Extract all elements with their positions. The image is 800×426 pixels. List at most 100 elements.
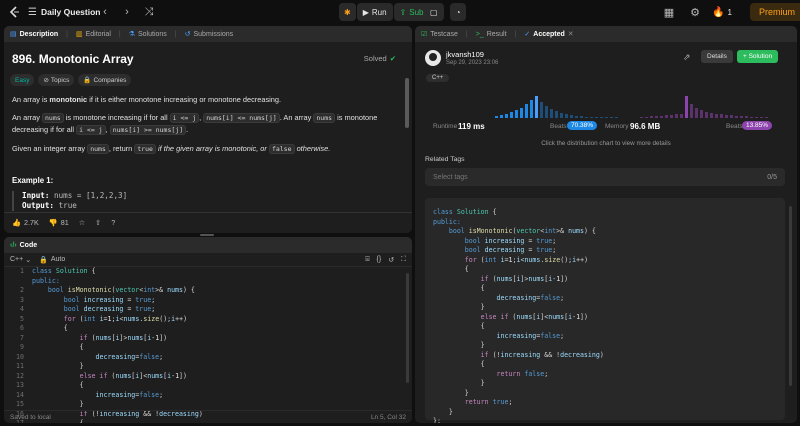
memory-histogram-bar: [760, 117, 763, 118]
notes-icon[interactable]: ▢: [424, 3, 444, 21]
code-line: return false;: [496, 369, 549, 378]
code-line: 6 {: [20, 324, 68, 332]
select-tags-input[interactable]: Select tags 0/5: [425, 168, 785, 186]
share-link-icon[interactable]: ⇗: [683, 52, 691, 63]
help-icon[interactable]: ?: [111, 218, 115, 227]
tab-code[interactable]: ‹/› Code: [10, 242, 37, 249]
timer-icon[interactable]: ◔: [449, 3, 467, 21]
runtime-histogram-bar: [530, 100, 533, 118]
runtime-histogram-bar: [545, 106, 548, 118]
cursor-position: Ln 5, Col 32: [370, 413, 406, 421]
code-line: }: [480, 379, 485, 387]
memory-label: Memory: [605, 123, 629, 130]
code-brackets-icon: ‹/›: [10, 241, 17, 249]
tab-divider: |: [66, 30, 68, 38]
layout-grid-icon[interactable]: ▦: [660, 3, 678, 21]
settings-gear-icon[interactable]: ⚙: [686, 3, 704, 21]
problem-list-title[interactable]: Daily Question: [41, 7, 101, 17]
submission-date: Sep 29, 2023 23:06: [446, 60, 499, 66]
memory-histogram-bar: [685, 96, 688, 118]
leetcode-logo-icon[interactable]: [6, 3, 24, 21]
runtime-histogram-bar: [575, 116, 578, 118]
problem-list-icon[interactable]: ☰: [28, 7, 37, 18]
code-line: };: [433, 417, 441, 423]
tab-solutions[interactable]: ⚗ Solutions: [129, 30, 167, 39]
tab-editorial[interactable]: ▥ Editorial: [76, 30, 111, 39]
topics-button[interactable]: ⊘ Topics: [38, 74, 75, 86]
shuffle-icon[interactable]: ⤨: [140, 3, 158, 21]
runtime-histogram-bar: [535, 96, 538, 118]
memory-histogram-bar: [640, 117, 643, 118]
runtime-histogram-bar: [500, 115, 503, 118]
terminal-icon: >_: [475, 30, 484, 38]
tab-submissions[interactable]: ↺ Submissions: [185, 30, 234, 39]
companies-button[interactable]: 🔒 Companies: [78, 74, 132, 86]
favorite-star-icon[interactable]: ☆: [79, 218, 85, 227]
code-line: if (!increasing && !decreasing): [480, 350, 604, 359]
description-scrollbar[interactable]: [405, 78, 409, 128]
lock-icon: 🔒: [83, 77, 92, 84]
tab-description[interactable]: ▤ Description: [10, 30, 58, 39]
runtime-histogram-bar: [540, 102, 543, 118]
runtime-histogram-bar: [570, 115, 573, 118]
divider: [4, 212, 412, 213]
runtime-histogram-bar: [505, 114, 508, 118]
code-tabbar: ‹/› Code: [4, 237, 412, 253]
post-solution-button[interactable]: + Solution: [737, 50, 779, 63]
runtime-histogram-bar: [615, 117, 618, 118]
streak-fire-icon[interactable]: 🔥: [712, 7, 724, 18]
details-button[interactable]: Details: [701, 50, 733, 63]
check-circle-icon: ✔: [389, 54, 396, 63]
language-badge: C++: [426, 74, 450, 82]
code-line: {: [480, 322, 485, 330]
beats-label: Beats: [726, 123, 743, 130]
memory-histogram-bar: [660, 116, 663, 118]
runtime-histogram-bar: [555, 111, 558, 118]
problem-title[interactable]: 896. Monotonic Array: [12, 52, 134, 66]
close-tab-icon[interactable]: ✕: [568, 30, 574, 38]
difficulty-badge: Easy: [10, 74, 35, 86]
user-avatar[interactable]: [425, 50, 441, 66]
reset-icon[interactable]: ↺: [388, 256, 394, 264]
thumbs-down-icon: 👎: [48, 218, 58, 227]
code-editor[interactable]: 1 class Solution { public: 2 bool isMonot…: [4, 267, 404, 423]
memory-histogram-bar: [650, 116, 653, 118]
panel-resize-handle[interactable]: [200, 234, 214, 236]
username[interactable]: jkvansh109: [446, 50, 484, 59]
description-tabbar: ▤ Description | ▥ Editorial | ⚗ Solutions |…: [4, 26, 412, 42]
tab-testcase[interactable]: ☑ Testcase: [421, 30, 458, 39]
cloud-upload-icon: ⇪: [399, 7, 407, 17]
code-line: if (nums[i]>nums[i-1]): [480, 274, 569, 283]
prev-problem-icon[interactable]: ‹: [96, 3, 114, 21]
distribution-chart[interactable]: [425, 88, 785, 146]
fullscreen-icon[interactable]: ⛶: [401, 256, 406, 264]
dislike-button[interactable]: 👎 81: [49, 218, 69, 227]
memory-histogram-bar: [740, 116, 743, 118]
code-line: increasing=false;: [496, 331, 565, 340]
run-button[interactable]: ▶ Run: [356, 3, 393, 21]
format-braces-icon[interactable]: {}: [377, 256, 382, 264]
code-scrollbar[interactable]: [406, 273, 409, 383]
code-line: 1 class Solution {: [20, 267, 96, 275]
next-problem-icon[interactable]: ›: [118, 3, 136, 21]
code-line: 9 {: [20, 343, 84, 351]
tab-result[interactable]: >_ Result: [476, 31, 507, 38]
example-title: Example 1:: [12, 176, 54, 185]
memory-histogram-bar: [725, 115, 728, 118]
debug-button[interactable]: ✱: [339, 3, 356, 21]
chevron-down-icon: ⌄: [25, 256, 32, 264]
like-button[interactable]: 👍 2.7K: [12, 218, 39, 227]
bookmark-icon[interactable]: ⌸: [365, 256, 369, 264]
auto-mode-toggle[interactable]: 🔒 Auto: [39, 256, 65, 264]
streak-count: 1: [727, 7, 732, 17]
language-select[interactable]: C++ ⌄: [10, 256, 31, 264]
memory-histogram-bar: [710, 113, 713, 118]
share-icon[interactable]: ⇧: [95, 218, 101, 227]
tab-accepted[interactable]: ✓ Accepted ✕: [524, 30, 574, 39]
result-scrollbar[interactable]: [789, 206, 792, 386]
statement-paragraph: An array is monotonic if it is either mo…: [12, 95, 282, 104]
memory-histogram-bar: [705, 112, 708, 118]
example-block: Input: nums = [1,2,2,3] Output: true: [12, 191, 127, 211]
runtime-histogram-bar: [520, 108, 523, 118]
premium-button[interactable]: Premium: [750, 3, 800, 21]
